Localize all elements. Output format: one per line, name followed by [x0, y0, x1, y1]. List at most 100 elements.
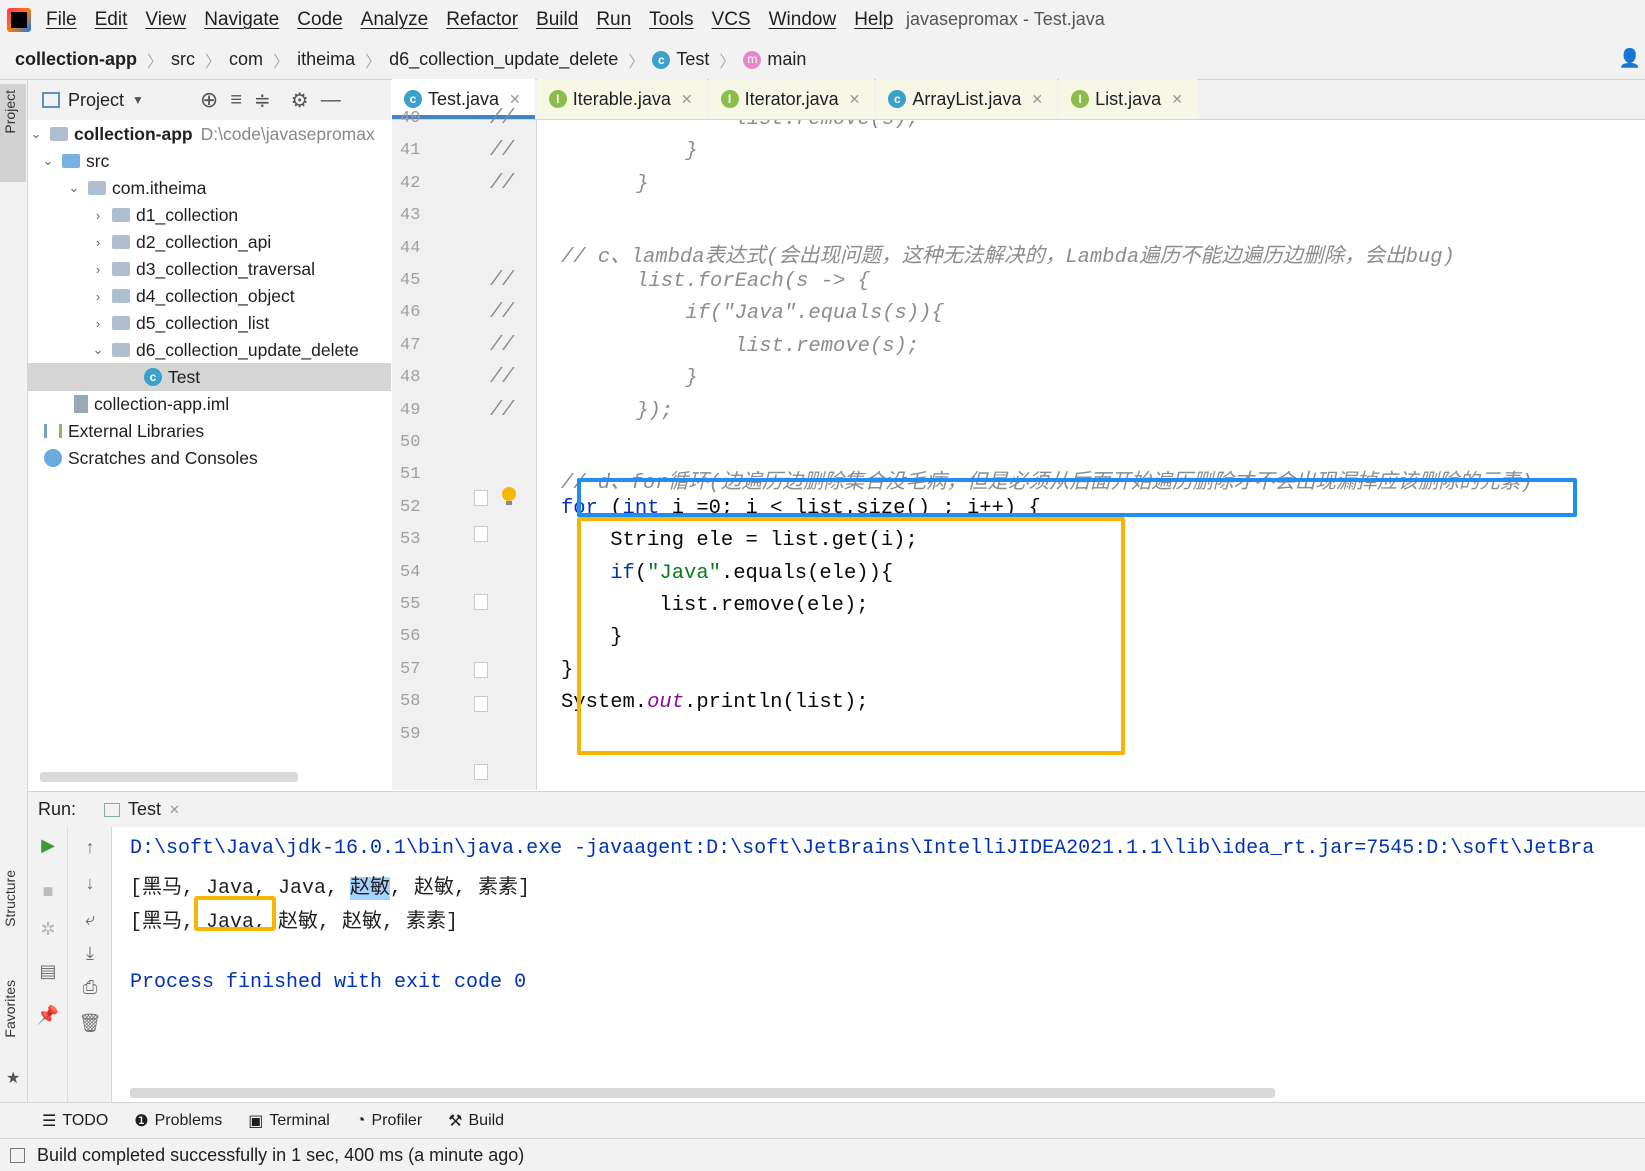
- gear-icon[interactable]: ⚙: [291, 88, 309, 113]
- stop-icon[interactable]: ■: [33, 881, 63, 902]
- tree-item-d4[interactable]: › d4_collection_object: [28, 282, 391, 310]
- tree-item-d5[interactable]: › d5_collection_list: [28, 309, 391, 337]
- fold-marker-icon[interactable]: [474, 594, 488, 610]
- module-path: D:\code\javasepromax: [200, 123, 375, 144]
- tree-item-src[interactable]: ⌄ src: [28, 147, 391, 175]
- minimize-icon[interactable]: —: [321, 89, 341, 112]
- menu-vcs[interactable]: VCS: [712, 9, 751, 31]
- print-icon[interactable]: ⎙: [75, 977, 105, 998]
- menu-window[interactable]: Window: [769, 9, 837, 31]
- breadcrumb-itheima[interactable]: itheima: [297, 49, 355, 70]
- chevron-down-icon[interactable]: ⌄: [90, 342, 106, 358]
- breadcrumb-project[interactable]: collection-app: [15, 49, 137, 70]
- tree-item-test[interactable]: c Test: [28, 363, 391, 391]
- pin-icon[interactable]: 📌: [33, 1005, 63, 1026]
- menu-refactor[interactable]: Refactor: [446, 9, 518, 31]
- dropdown-icon[interactable]: ▼: [132, 93, 144, 107]
- tree-item-scratches[interactable]: Scratches and Consoles: [28, 444, 391, 472]
- chevron-right-icon[interactable]: ›: [90, 316, 106, 331]
- trash-icon[interactable]: 🗑: [75, 1013, 105, 1034]
- breadcrumb-method[interactable]: main: [767, 49, 806, 70]
- tool-todo[interactable]: ☰ TODO: [42, 1111, 108, 1131]
- down-arrow-icon[interactable]: ↓: [75, 873, 105, 894]
- status-toggle-icon[interactable]: [10, 1147, 25, 1163]
- tab-iterable-java[interactable]: I Iterable.java ✕: [536, 79, 707, 119]
- line-number: 41: [400, 141, 421, 161]
- tree-item-label: Test: [168, 366, 201, 387]
- close-icon[interactable]: ✕: [849, 91, 861, 108]
- close-icon[interactable]: ✕: [681, 91, 693, 108]
- breadcrumb-class[interactable]: Test: [676, 49, 709, 70]
- breadcrumb-com[interactable]: com: [229, 49, 263, 70]
- tab-list-java[interactable]: I List.java ✕: [1059, 79, 1197, 119]
- chevron-down-icon[interactable]: ⌄: [40, 153, 56, 169]
- menu-edit[interactable]: Edit: [95, 9, 128, 31]
- project-panel-title[interactable]: Project: [68, 90, 124, 111]
- structure-tool-label[interactable]: Structure: [2, 870, 18, 927]
- chevron-down-icon[interactable]: ⌄: [66, 180, 82, 196]
- tree-item-d1[interactable]: › d1_collection: [28, 201, 391, 229]
- close-icon[interactable]: ✕: [169, 802, 180, 818]
- console-output[interactable]: D:\soft\Java\jdk-16.0.1\bin\java.exe -ja…: [112, 827, 1645, 1102]
- close-icon[interactable]: ✕: [1031, 91, 1043, 108]
- favorites-tool-label[interactable]: Favorites: [2, 980, 18, 1038]
- menu-file[interactable]: File: [46, 9, 77, 31]
- menu-analyze[interactable]: Analyze: [361, 9, 429, 31]
- close-icon[interactable]: ✕: [509, 91, 521, 108]
- chevron-right-icon[interactable]: ›: [90, 208, 106, 223]
- comment-marker: //: [490, 107, 515, 130]
- chevron-right-icon: 〉: [628, 53, 645, 71]
- tree-item-d2[interactable]: › d2_collection_api: [28, 228, 391, 256]
- tool-terminal[interactable]: ▣ Terminal: [248, 1111, 330, 1131]
- locate-icon[interactable]: ⊕: [200, 87, 218, 113]
- rerun-icon[interactable]: ▶: [33, 835, 63, 856]
- menu-help[interactable]: Help: [854, 9, 893, 31]
- tree-item-module[interactable]: ⌄ collection-app D:\code\javasepromax: [28, 120, 391, 148]
- menu-run[interactable]: Run: [596, 9, 631, 31]
- chevron-right-icon[interactable]: ›: [90, 262, 106, 277]
- fold-marker-icon[interactable]: [474, 662, 488, 678]
- user-icon[interactable]: 👤: [1619, 48, 1641, 69]
- tree-item-iml[interactable]: collection-app.iml: [28, 390, 391, 418]
- debug-icon[interactable]: ✲: [33, 919, 63, 940]
- expand-all-icon[interactable]: ≡: [230, 89, 242, 112]
- tool-label: Profiler: [371, 1111, 423, 1129]
- tool-label: Build: [468, 1111, 505, 1129]
- chevron-right-icon[interactable]: ›: [90, 289, 106, 304]
- chevron-right-icon: 〉: [273, 53, 290, 71]
- menu-view[interactable]: View: [145, 9, 186, 31]
- project-scrollbar[interactable]: [40, 772, 298, 782]
- layout-icon[interactable]: ▤: [33, 961, 63, 982]
- collapse-all-icon[interactable]: ≑: [254, 88, 271, 113]
- chevron-down-icon[interactable]: ⌄: [28, 126, 44, 142]
- soft-wrap-icon[interactable]: ⤶: [75, 909, 105, 930]
- breadcrumb-src[interactable]: src: [171, 49, 195, 70]
- tab-project-tool[interactable]: Project: [0, 84, 26, 182]
- chevron-right-icon[interactable]: ›: [90, 235, 106, 250]
- run-tab-test[interactable]: Test: [128, 799, 161, 820]
- tab-arraylist-java[interactable]: c ArrayList.java ✕: [876, 79, 1058, 119]
- tree-item-package[interactable]: ⌄ com.itheima: [28, 174, 391, 202]
- menu-navigate[interactable]: Navigate: [204, 9, 279, 31]
- tab-iterator-java[interactable]: I Iterator.java ✕: [708, 79, 875, 119]
- tool-build[interactable]: ⚒ Build: [448, 1111, 504, 1131]
- intention-bulb-icon[interactable]: [501, 487, 517, 505]
- tool-profiler[interactable]: ◔ Profiler: [356, 1112, 422, 1130]
- tree-item-d3[interactable]: › d3_collection_traversal: [28, 255, 391, 283]
- console-scrollbar[interactable]: [130, 1088, 1275, 1098]
- tool-problems[interactable]: ❶ Problems: [134, 1111, 222, 1131]
- breadcrumb-package[interactable]: d6_collection_update_delete: [389, 49, 618, 70]
- fold-marker-icon[interactable]: [474, 490, 488, 506]
- fold-marker-icon[interactable]: [474, 764, 488, 780]
- scroll-to-end-icon[interactable]: ⤓: [75, 943, 105, 964]
- close-icon[interactable]: ✕: [1171, 91, 1183, 108]
- menu-code[interactable]: Code: [297, 9, 342, 31]
- tree-item-d6[interactable]: ⌄ d6_collection_update_delete: [28, 336, 391, 364]
- fold-marker-icon[interactable]: [474, 696, 488, 712]
- console-output-line-2: [黑马, Java, 赵敏, 赵敏, 素素]: [130, 904, 458, 934]
- up-arrow-icon[interactable]: ↑: [75, 837, 105, 858]
- fold-marker-icon[interactable]: [474, 526, 488, 542]
- menu-tools[interactable]: Tools: [649, 9, 693, 31]
- menu-build[interactable]: Build: [536, 9, 578, 31]
- tree-item-external-libraries[interactable]: External Libraries: [28, 417, 391, 445]
